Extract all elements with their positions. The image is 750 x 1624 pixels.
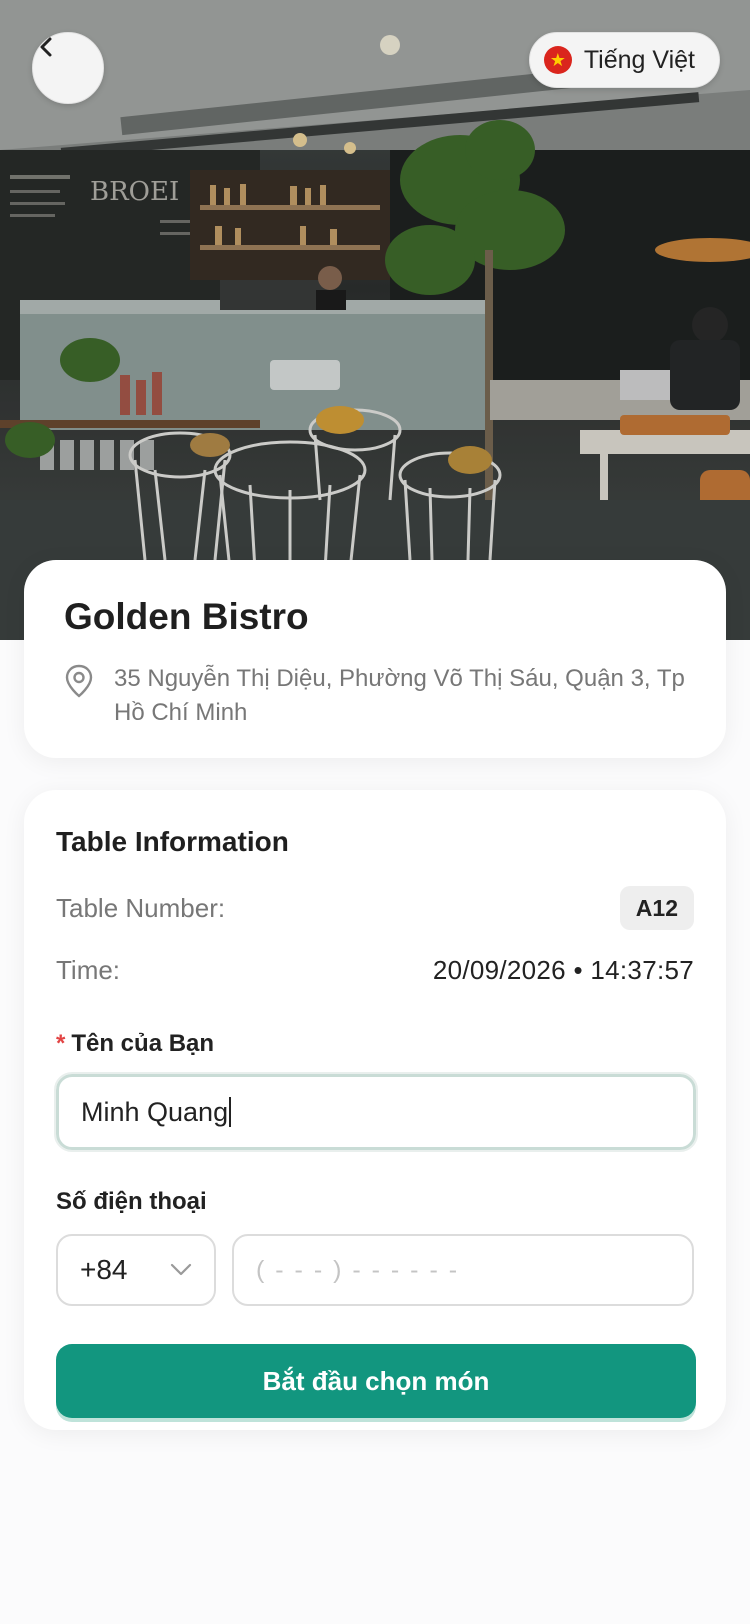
- location-pin-icon: [65, 664, 93, 698]
- phone-number-input[interactable]: ( - - - ) - - - - - -: [232, 1234, 694, 1306]
- chevron-left-icon: [40, 37, 52, 57]
- language-label: Tiếng Việt: [583, 45, 695, 74]
- name-field-label: * Tên của Bạn: [56, 1030, 694, 1058]
- country-code-value: +84: [80, 1254, 128, 1285]
- required-mark: *: [56, 1030, 66, 1057]
- table-number-badge: A12: [619, 886, 694, 930]
- chevron-down-icon: [170, 1263, 192, 1276]
- hero-image: BROEI ★ Tiếng Việt: [0, 0, 750, 640]
- time-label: Time:: [56, 954, 121, 985]
- back-button[interactable]: [32, 32, 104, 104]
- table-number-row: Table Number: A12: [56, 886, 694, 930]
- country-code-select[interactable]: +84: [56, 1234, 216, 1306]
- table-number-label: Table Number:: [56, 892, 226, 923]
- phone-placeholder: ( - - - ) - - - - - -: [256, 1255, 460, 1284]
- cafe-interior-illustration: BROEI: [0, 0, 750, 640]
- table-information-card: Table Information Table Number: A12 Time…: [24, 790, 726, 1430]
- start-ordering-label: Bắt đầu chọn món: [262, 1365, 490, 1396]
- name-input-value: Minh Quang: [81, 1096, 229, 1127]
- name-input[interactable]: Minh Quang: [54, 1072, 698, 1152]
- address-row: 35 Nguyễn Thị Diệu, Phường Võ Thị Sáu, Q…: [64, 662, 686, 730]
- section-title: Table Information: [56, 826, 289, 857]
- phone-field-label: Số điện thoại: [56, 1188, 207, 1215]
- vietnam-flag-icon: ★: [543, 46, 572, 74]
- phone-row: +84 ( - - - ) - - - - - -: [56, 1234, 694, 1306]
- text-caret: [229, 1097, 232, 1127]
- time-row: Time: 20/09/2026 • 14:37:57: [56, 948, 694, 992]
- start-ordering-button[interactable]: Bắt đầu chọn món: [56, 1344, 696, 1418]
- restaurant-address: 35 Nguyễn Thị Diệu, Phường Võ Thị Sáu, Q…: [114, 665, 685, 726]
- restaurant-card: Golden Bistro 35 Nguyễn Thị Diệu, Phường…: [24, 560, 726, 758]
- restaurant-name: Golden Bistro: [64, 596, 309, 637]
- language-switch-button[interactable]: ★ Tiếng Việt: [528, 32, 720, 88]
- name-label-text: Tên của Bạn: [71, 1030, 215, 1057]
- time-value: 20/09/2026 • 14:37:57: [432, 954, 694, 985]
